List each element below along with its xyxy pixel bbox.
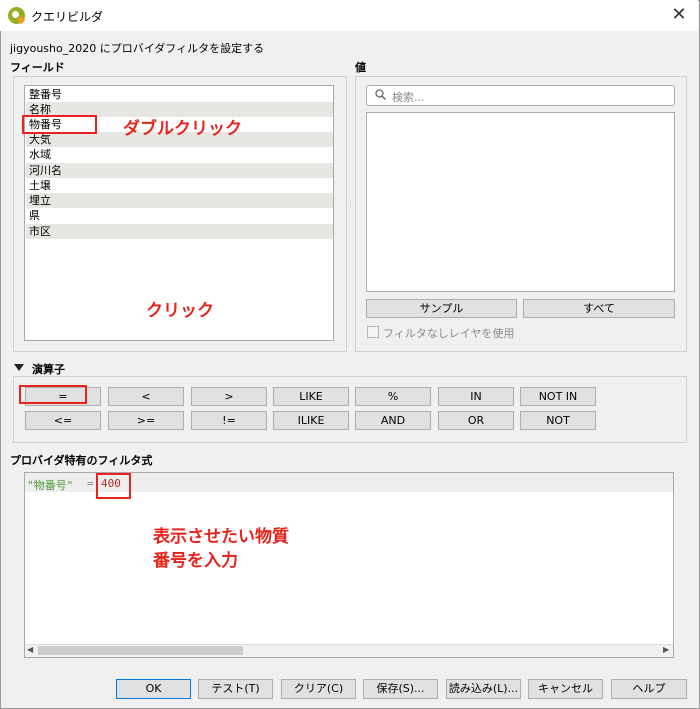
operators-section-label: 演算子: [32, 363, 65, 376]
field-item[interactable]: 市区: [26, 224, 333, 239]
values-section-label: 値: [355, 61, 366, 74]
value-highlight-box: [96, 473, 131, 499]
window-title: クエリビルダ: [31, 10, 104, 24]
enter-number-annotation-line2: 番号を入力: [153, 551, 238, 571]
clear-button[interactable]: クリア(C): [281, 679, 356, 699]
search-icon: [375, 89, 386, 100]
save-button[interactable]: 保存(S)...: [363, 679, 438, 699]
load-button[interactable]: 読み込み(L)...: [446, 679, 521, 699]
values-list[interactable]: [366, 112, 675, 292]
operator-less-button[interactable]: <: [108, 387, 184, 406]
field-item[interactable]: 整番号: [26, 87, 333, 102]
help-button[interactable]: ヘルプ: [611, 679, 687, 699]
operator-greater-equal-button[interactable]: >=: [108, 411, 184, 430]
enter-number-annotation-line1: 表示させたい物質: [153, 527, 289, 547]
filter-expression-editor[interactable]: [24, 472, 674, 658]
equals-highlight-box: [19, 385, 87, 404]
operator-not-button[interactable]: NOT: [520, 411, 596, 430]
operator-like-button[interactable]: LIKE: [273, 387, 349, 406]
field-item[interactable]: 水域: [26, 147, 333, 162]
operator-less-equal-button[interactable]: <=: [25, 411, 101, 430]
ok-button[interactable]: OK: [116, 679, 191, 699]
close-icon[interactable]: ✕: [667, 4, 691, 26]
scrollbar-thumb[interactable]: [38, 646, 243, 655]
collapse-arrow-icon[interactable]: [14, 364, 24, 371]
operator-percent-button[interactable]: %: [355, 387, 431, 406]
field-item[interactable]: 県: [26, 208, 333, 223]
sample-button[interactable]: サンプル: [366, 299, 517, 318]
expression-operator-token: =: [87, 477, 94, 490]
dialog-description: jigyousho_2020 にプロバイダフィルタを設定する: [10, 42, 265, 55]
operator-not-equal-button[interactable]: !=: [191, 411, 267, 430]
search-placeholder: 検索...: [392, 91, 425, 104]
title-bar: [0, 0, 698, 31]
double-click-annotation: ダブルクリック: [123, 119, 242, 139]
field-highlight-box: [22, 115, 97, 134]
use-unfiltered-layer-checkbox[interactable]: [367, 326, 379, 338]
expression-field-token: "物番号": [27, 479, 74, 492]
qgis-logo-icon: [8, 7, 26, 25]
filter-expression-label: プロバイダ特有のフィルタ式: [10, 454, 153, 467]
scroll-left-arrow-icon[interactable]: ◀: [27, 645, 33, 654]
field-item[interactable]: 埋立: [26, 193, 333, 208]
field-item[interactable]: 河川名: [26, 163, 333, 178]
operator-ilike-button[interactable]: ILIKE: [273, 411, 349, 430]
test-button[interactable]: テスト(T): [198, 679, 273, 699]
field-item[interactable]: 土壌: [26, 178, 333, 193]
all-values-button[interactable]: すべて: [523, 299, 675, 318]
operator-greater-button[interactable]: >: [191, 387, 267, 406]
cancel-button[interactable]: キャンセル: [528, 679, 603, 699]
use-unfiltered-layer-label: フィルタなしレイヤを使用: [383, 327, 515, 340]
operator-or-button[interactable]: OR: [438, 411, 514, 430]
fields-section-label: フィールド: [10, 61, 65, 74]
operator-not-in-button[interactable]: NOT IN: [520, 387, 596, 406]
scroll-right-arrow-icon[interactable]: ▶: [663, 645, 669, 654]
splitter-handle[interactable]: · · ·: [349, 198, 352, 212]
operator-in-button[interactable]: IN: [438, 387, 514, 406]
click-annotation: クリック: [146, 301, 214, 321]
operator-and-button[interactable]: AND: [355, 411, 431, 430]
